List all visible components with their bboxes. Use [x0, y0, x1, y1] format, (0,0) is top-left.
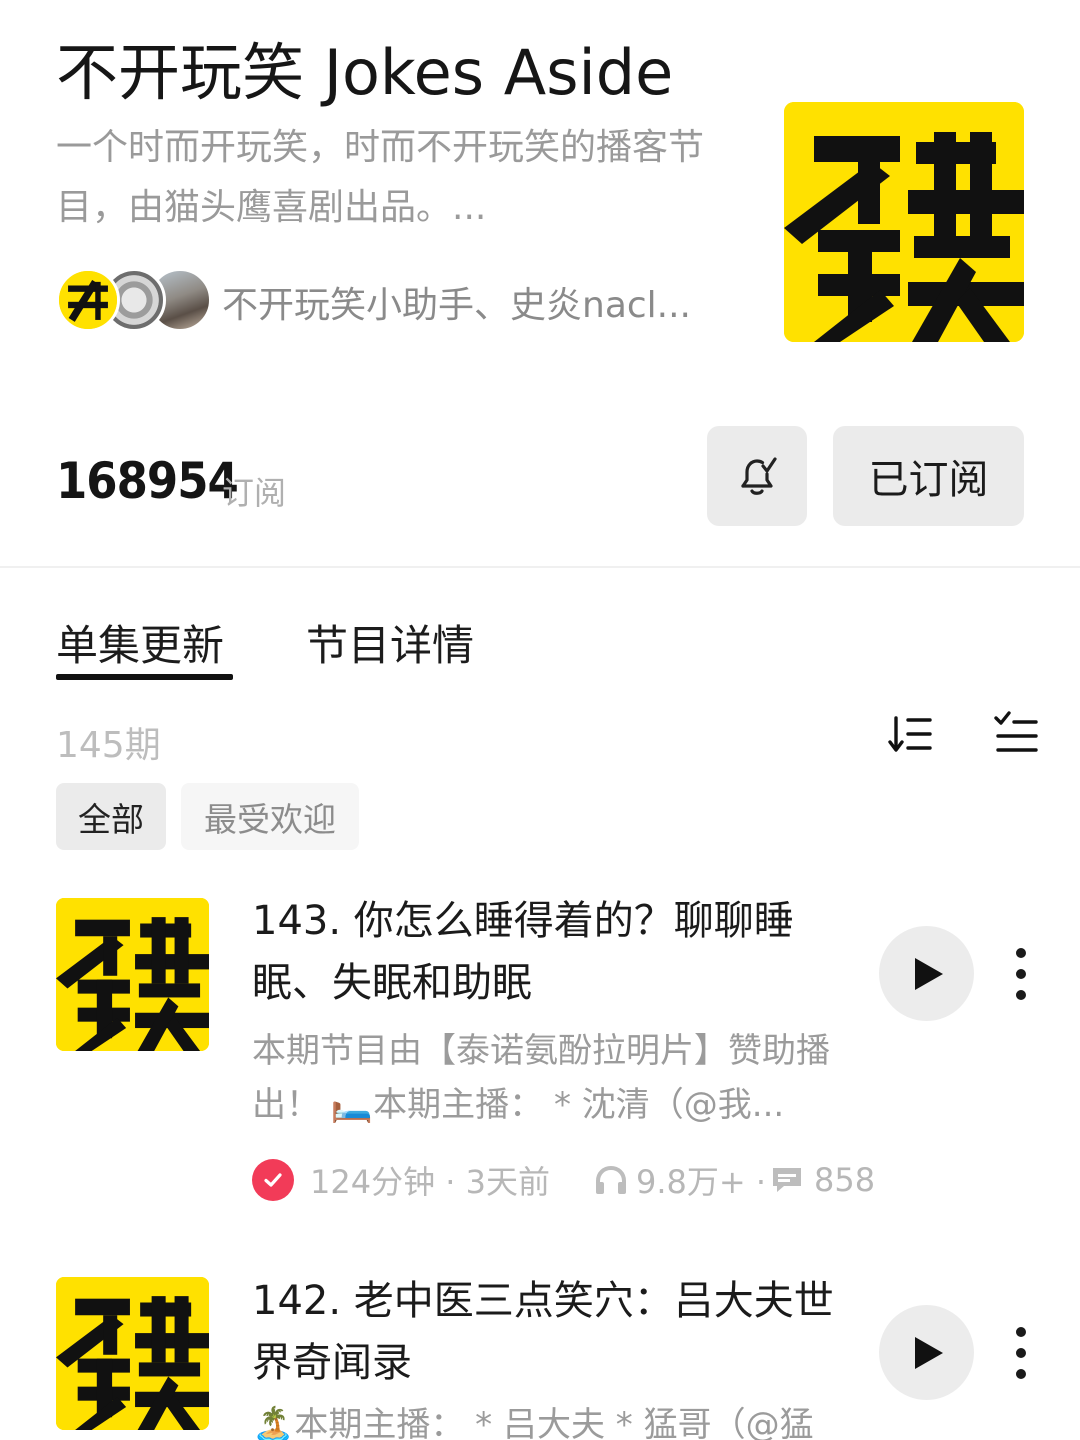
active-tab-indicator [56, 674, 233, 680]
episode-description: 本期节目由【泰诺氨酚拉明片】赞助播出！ 🛏️本期主播： * 沈清（@我... [252, 1031, 830, 1125]
played-check-icon [252, 1159, 294, 1201]
more-options-button[interactable] [1004, 1323, 1038, 1383]
podcast-cover-logo-icon [784, 102, 1024, 342]
podcast-description[interactable]: 一个时而开玩笑，时而不开玩笑的播客节目，由猫头鹰喜剧出品。... [56, 118, 746, 238]
notification-bell-button[interactable] [707, 426, 807, 526]
episode-duration-date: 124分钟 · 3天前 [310, 1163, 550, 1201]
subscriber-count: 168954 [56, 452, 239, 510]
episode-cover[interactable] [56, 1277, 209, 1430]
podcast-cover-logo-icon [56, 1277, 209, 1430]
comment-icon [773, 1168, 802, 1192]
podcast-logo-avatar-icon [59, 271, 117, 329]
subscribed-button[interactable]: 已订阅 [833, 426, 1024, 526]
check-icon [264, 1173, 282, 1187]
episode-count: 145期 [56, 725, 161, 766]
podcast-cover-logo-icon [56, 898, 209, 1051]
multi-select-icon[interactable] [994, 710, 1040, 758]
episode-description: 🏝️本期主播： * 吕大夫 * 猛哥（@猛 [252, 1405, 814, 1440]
tab-details[interactable]: 节目详情 [306, 612, 474, 673]
sort-order-icon[interactable] [888, 712, 934, 758]
episode-meta: 124分钟 · 3天前 9.8万+ · 858 [252, 1157, 875, 1203]
episode-cover[interactable] [56, 898, 209, 1051]
filter-all-chip[interactable]: 全部 [56, 783, 166, 850]
subscriber-label: 订阅 [222, 474, 287, 512]
play-button[interactable] [879, 1305, 974, 1400]
episode-plays: 9.8万+ · [635, 1163, 767, 1201]
section-divider [0, 566, 1080, 568]
host-names[interactable]: 不开玩笑小助手、史炎nacl... [222, 276, 742, 328]
more-vertical-icon [1016, 948, 1026, 958]
filter-popular-chip[interactable]: 最受欢迎 [181, 783, 359, 850]
more-vertical-icon [1016, 1327, 1026, 1337]
play-icon [914, 1336, 943, 1369]
headphones-icon [595, 1165, 626, 1194]
podcast-title: 不开玩笑 Jokes Aside [56, 36, 674, 109]
episode-title[interactable]: 142. 老中医三点笑穴：吕大夫世界奇闻录 [252, 1270, 852, 1394]
episode-comments: 858 [814, 1161, 876, 1199]
avatar [56, 268, 120, 332]
bell-subscribe-icon [741, 457, 777, 495]
host-avatars[interactable] [56, 268, 216, 332]
more-options-button[interactable] [1004, 944, 1038, 1004]
tab-episodes[interactable]: 单集更新 [56, 612, 224, 673]
podcast-cover [784, 102, 1024, 342]
episode-title[interactable]: 143. 你怎么睡得着的？聊聊睡眠、失眠和助眠 [252, 890, 852, 1014]
play-button[interactable] [879, 926, 974, 1021]
play-icon [914, 957, 943, 990]
